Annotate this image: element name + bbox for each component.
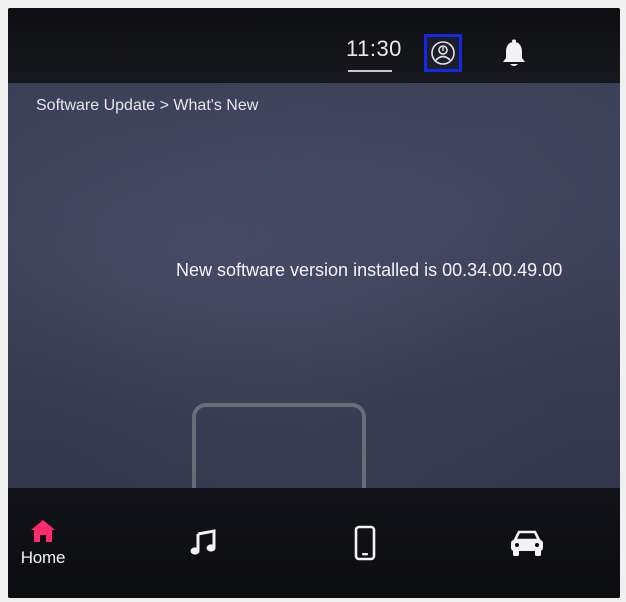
music-icon xyxy=(190,529,216,555)
bell-icon xyxy=(503,39,525,66)
nav-home-label: Home xyxy=(20,548,66,567)
infotainment-screen: 11:30 Software Update > What's New New s… xyxy=(8,8,620,598)
nav-vehicle[interactable] xyxy=(492,488,562,598)
home-icon xyxy=(31,520,55,542)
notifications-button[interactable] xyxy=(496,36,532,72)
clock-underline xyxy=(348,70,392,72)
bottom-nav-bar: Home xyxy=(8,488,620,598)
profile-button[interactable] xyxy=(424,34,462,72)
car-icon xyxy=(511,530,543,556)
nav-music[interactable] xyxy=(168,488,238,598)
profile-icon xyxy=(431,41,455,65)
content-area: Software Update > What's New New softwar… xyxy=(8,83,620,507)
nav-phone[interactable] xyxy=(330,488,400,598)
nav-home[interactable]: Home xyxy=(8,488,78,598)
update-message: New software version installed is 00.34.… xyxy=(176,260,563,280)
breadcrumb[interactable]: Software Update > What's New xyxy=(36,97,258,115)
phone-icon xyxy=(354,525,376,561)
clock[interactable]: 11:30 xyxy=(346,36,402,62)
status-bar: 11:30 xyxy=(8,8,620,83)
